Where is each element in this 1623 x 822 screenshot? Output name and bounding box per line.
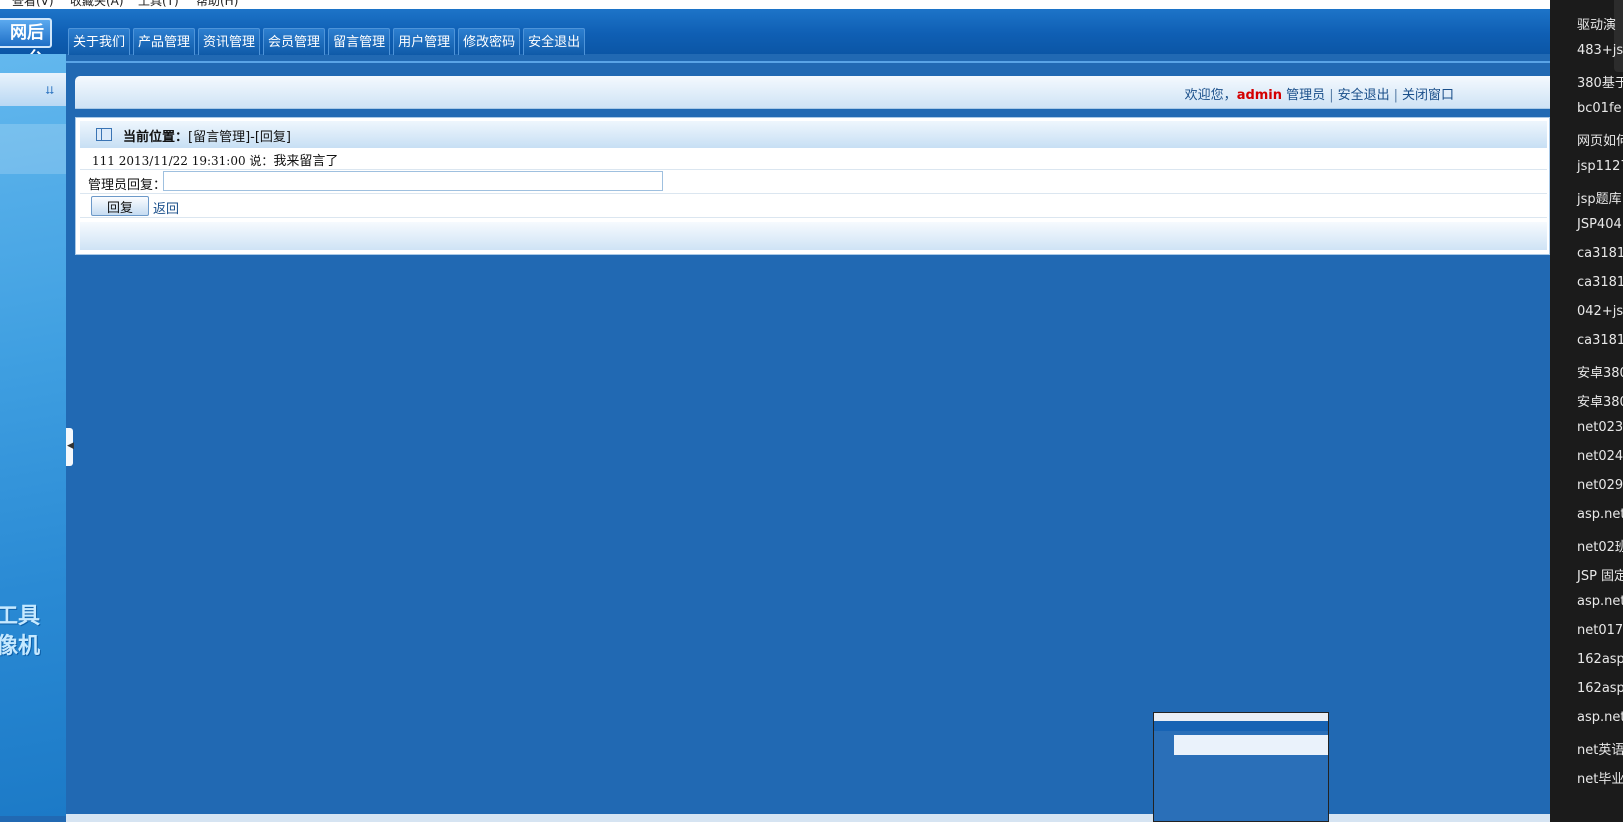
history-item[interactable]: net024	[1577, 449, 1623, 464]
welcome-prefix: 欢迎您，	[1184, 88, 1237, 103]
sidebar-promo-line1: 工具	[0, 604, 41, 629]
sidebar-header	[0, 73, 66, 106]
breadcrumb: 当前位置：[留言管理]-[回复]	[123, 126, 291, 145]
history-item[interactable]: net023	[1577, 420, 1623, 435]
history-item[interactable]: ca3181	[1577, 246, 1623, 261]
message-text: 111 2013/11/22 19:31:00 说：我来留言了	[92, 150, 338, 169]
window-thumbnail-preview[interactable]	[1153, 712, 1329, 822]
history-item[interactable]: asp.net	[1577, 710, 1623, 725]
welcome-bar: 欢迎您，admin 管理员 | 安全退出 | 关闭窗口	[75, 76, 1550, 109]
welcome-role: 管理员	[1286, 88, 1326, 103]
separator: |	[1329, 88, 1334, 103]
left-sidebar: ⮇ 工具 像机	[0, 54, 66, 816]
logout-link[interactable]: 安全退出	[1338, 88, 1390, 103]
history-item[interactable]: 安卓380	[1577, 391, 1623, 410]
history-item[interactable]: 网页如何	[1577, 130, 1623, 149]
history-scroll-handle[interactable]	[1614, 0, 1623, 72]
browser-menu-strip: 查看(V) 收藏夹(A) 工具(T) 帮助(H)	[0, 0, 1550, 9]
menu-view[interactable]: 查看(V)	[12, 0, 54, 9]
nav-logout[interactable]: 安全退出	[523, 28, 586, 55]
double-chevron-down-icon[interactable]: ⮇	[44, 85, 56, 97]
panel-title-bar: 当前位置：[留言管理]-[回复]	[80, 121, 1547, 148]
history-sidebar: 驱动演 483+js 380基于 bc01fe 网页如何 jsp1127 jsp…	[1550, 0, 1623, 822]
nav-product-management[interactable]: 产品管理	[133, 28, 196, 55]
panel-footer	[80, 222, 1547, 250]
menu-help[interactable]: 帮助(H)	[196, 0, 238, 9]
nav-member-management[interactable]: 会员管理	[263, 28, 326, 55]
history-item[interactable]: net02班	[1577, 536, 1623, 555]
history-item[interactable]: 安卓380	[1577, 362, 1623, 381]
history-item[interactable]: bc01fe	[1577, 101, 1623, 116]
message-content: 我来留言了	[273, 154, 339, 169]
reply-button[interactable]: 回复	[91, 196, 149, 216]
nav-change-password[interactable]: 修改密码	[458, 28, 521, 55]
header: 网后台 关于我们 产品管理 资讯管理 会员管理 留言管理 用户管理 修改密码 安…	[0, 9, 1550, 69]
nav-message-management[interactable]: 留言管理	[328, 28, 391, 55]
caret-left-icon: ◀	[67, 441, 74, 451]
reply-input[interactable]	[163, 171, 663, 191]
nav-news-management[interactable]: 资讯管理	[198, 28, 261, 55]
reply-row: 管理员回复：	[80, 170, 1547, 194]
sidebar-promo-graphic: 工具 像机	[0, 602, 66, 662]
logo: 网后台	[0, 18, 52, 69]
history-item[interactable]: net029	[1577, 478, 1623, 493]
sidebar-menu-item[interactable]	[0, 124, 66, 174]
separator: |	[1393, 88, 1398, 103]
history-item[interactable]: net英语	[1577, 739, 1623, 758]
button-row: 回复 返回	[80, 194, 1547, 218]
thumbnail-titlebar	[1154, 713, 1328, 721]
message-meta: 111 2013/11/22 19:31:00 说：	[92, 154, 274, 168]
history-item[interactable]: jsp题库	[1577, 188, 1623, 207]
history-item[interactable]: 483+js	[1577, 43, 1623, 58]
history-item[interactable]: asp.net	[1577, 507, 1623, 522]
history-item[interactable]: net毕业	[1577, 768, 1623, 787]
welcome-text: 欢迎您，admin 管理员 | 安全退出 | 关闭窗口	[1185, 84, 1454, 103]
history-item[interactable]: jsp1127	[1577, 159, 1623, 174]
breadcrumb-label: 当前位置：	[123, 130, 189, 145]
thumbnail-nav	[1154, 721, 1328, 731]
sidebar-promo-line2: 像机	[0, 634, 41, 659]
welcome-username: admin	[1236, 88, 1283, 103]
history-item[interactable]: 162asp	[1577, 681, 1623, 696]
nav-user-management[interactable]: 用户管理	[393, 28, 456, 55]
menu-tools[interactable]: 工具(T)	[138, 0, 179, 9]
history-item[interactable]: 驱动演	[1577, 14, 1623, 33]
history-item[interactable]: net017	[1577, 623, 1623, 638]
back-link[interactable]: 返回	[153, 198, 179, 217]
history-item[interactable]: JSP404	[1577, 217, 1623, 232]
message-row: 111 2013/11/22 19:31:00 说：我来留言了	[80, 148, 1547, 170]
reply-label: 管理员回复：	[88, 178, 167, 193]
history-item[interactable]: JSP 固定	[1577, 565, 1623, 584]
main-nav: 关于我们 产品管理 资讯管理 会员管理 留言管理 用户管理 修改密码 安全退出	[68, 28, 588, 55]
reply-panel: 当前位置：[留言管理]-[回复] 111 2013/11/22 19:31:00…	[75, 117, 1550, 255]
history-item[interactable]: ca3181	[1577, 333, 1623, 348]
thumbnail-panel	[1174, 735, 1328, 755]
history-item[interactable]: ca3181	[1577, 275, 1623, 290]
breadcrumb-path: [留言管理]-[回复]	[188, 130, 291, 145]
history-item[interactable]: asp.net	[1577, 594, 1623, 609]
history-item[interactable]: 380基于	[1577, 72, 1623, 91]
history-item[interactable]: 042+jsp	[1577, 304, 1623, 319]
menu-favorites[interactable]: 收藏夹(A)	[70, 0, 124, 9]
book-icon	[96, 128, 112, 141]
nav-about-us[interactable]: 关于我们	[68, 28, 131, 55]
sidebar-splitter-handle[interactable]: ◀	[66, 428, 74, 466]
header-divider	[0, 61, 1550, 63]
close-window-link[interactable]: 关闭窗口	[1402, 88, 1454, 103]
history-item[interactable]: 162asp	[1577, 652, 1623, 667]
